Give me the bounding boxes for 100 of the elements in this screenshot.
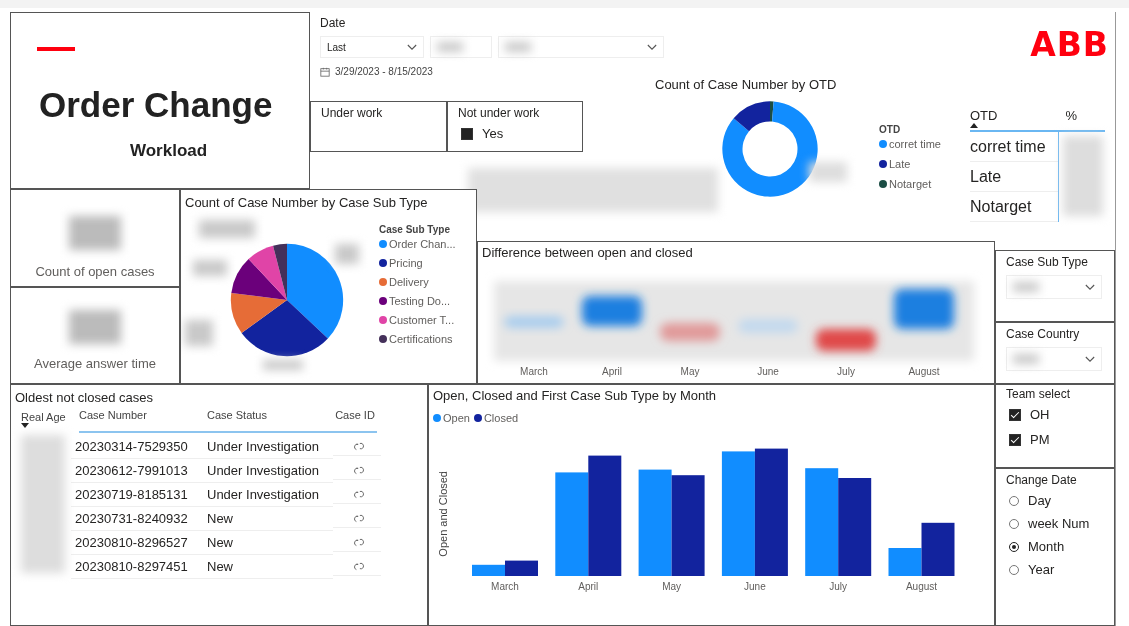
checkbox[interactable] xyxy=(1009,408,1021,421)
axis-label: June xyxy=(744,581,766,592)
blurred-value xyxy=(69,310,121,344)
blurred-bar xyxy=(894,289,954,329)
chart-title: Open, Closed and First Case Sub Type by Month xyxy=(433,388,718,403)
axis-title: Open and Closed xyxy=(437,471,449,557)
axis-label: April xyxy=(602,366,622,377)
axis-label: July xyxy=(829,581,848,592)
checkbox[interactable] xyxy=(461,127,473,140)
legend-label: Certifications xyxy=(389,333,453,345)
number-field[interactable] xyxy=(430,36,492,58)
link-icon xyxy=(352,442,366,451)
column-header[interactable]: Case Number xyxy=(79,409,207,433)
blurred-bar xyxy=(582,296,642,326)
blurred-label xyxy=(263,360,303,370)
table-cell: Notarget xyxy=(970,192,1058,222)
chart-title: Count of Case Number by OTD xyxy=(655,77,838,92)
link-icon xyxy=(352,490,366,499)
checkbox[interactable] xyxy=(1009,433,1021,446)
chevron-down-icon xyxy=(1085,283,1095,291)
table-title: Oldest not closed cases xyxy=(15,390,155,405)
link-icon xyxy=(352,514,366,523)
table-cell: 20230314-7529350 xyxy=(71,435,203,459)
legend-title: OTD xyxy=(879,124,902,135)
blurred-bar xyxy=(504,316,564,328)
option-label: week Num xyxy=(1028,516,1090,531)
card-label: Average answer time xyxy=(33,356,157,371)
legend-label: Late xyxy=(889,158,911,170)
column-header[interactable]: Case Status xyxy=(207,409,333,433)
chevron-down-icon xyxy=(407,43,417,51)
legend-label: Delivery xyxy=(389,276,429,288)
slicer-title: Change Date xyxy=(1006,473,1078,487)
axis-label: August xyxy=(905,581,938,592)
company-logo: ABB xyxy=(1030,28,1109,61)
table-cell: Under Investigation xyxy=(203,459,333,483)
column-header[interactable]: % xyxy=(1065,108,1077,128)
column-header[interactable]: Real Age xyxy=(21,411,79,423)
legend-label: Open xyxy=(443,412,470,424)
date-range: 3/29/2023 - 8/15/2023 xyxy=(335,66,433,77)
bar xyxy=(472,564,505,576)
calendar-icon xyxy=(320,66,330,77)
slicer-title: Case Country xyxy=(1006,327,1081,341)
blurred-bar xyxy=(738,319,798,333)
blurred-label xyxy=(809,162,847,182)
table-cell: Under Investigation xyxy=(203,435,333,459)
slicer-title: Date xyxy=(320,16,347,30)
slicer-title: Team select xyxy=(1006,387,1072,401)
report-title: Order Change xyxy=(39,85,274,125)
option-label: Yes xyxy=(482,126,504,141)
table-cell: 20230719-8185131 xyxy=(71,483,203,507)
table-cell: 20230731-8240932 xyxy=(71,507,203,531)
table-cell: 20230810-8297451 xyxy=(71,555,203,579)
chevron-down-icon xyxy=(1085,355,1095,363)
blurred-label xyxy=(185,320,213,346)
axis-label: April xyxy=(578,581,599,592)
legend-label: Order Chan... xyxy=(389,238,456,250)
table-cell: Late xyxy=(970,162,1058,192)
card-label: Count of open cases xyxy=(34,264,156,279)
table-cell: New xyxy=(203,531,333,555)
column-header[interactable]: Case ID xyxy=(333,409,377,433)
option-label: Month xyxy=(1028,539,1065,554)
report-subtitle: Workload xyxy=(130,141,209,161)
link-icon xyxy=(352,538,366,547)
table-cell: corret time xyxy=(970,132,1058,162)
axis-label: July xyxy=(837,366,855,377)
axis-label: March xyxy=(491,581,519,592)
legend-label: Notarget xyxy=(889,178,932,190)
legend-label: Closed xyxy=(483,412,519,424)
slicer-title: Under work xyxy=(321,106,384,120)
option-label: Year xyxy=(1028,562,1055,577)
column-header[interactable]: OTD xyxy=(970,108,998,123)
table-cell: 20230810-8296527 xyxy=(71,531,203,555)
option-label: PM xyxy=(1030,432,1050,447)
bar xyxy=(505,560,538,576)
legend-label: Customer T... xyxy=(389,314,455,326)
accent-bar xyxy=(37,47,75,51)
link-icon xyxy=(352,466,366,475)
slicer-title: Not under work xyxy=(458,106,541,120)
blurred-bar xyxy=(816,329,876,351)
legend-label: Pricing xyxy=(389,257,423,269)
sort-ascending-icon xyxy=(970,123,978,128)
slicer-title: Case Sub Type xyxy=(1006,255,1089,269)
blurred-label xyxy=(193,260,227,276)
option-label: OH xyxy=(1030,407,1050,422)
link-icon xyxy=(352,562,366,571)
blurred-bar xyxy=(660,323,720,341)
axis-label: March xyxy=(520,366,548,377)
axis-label: May xyxy=(680,366,700,377)
period-dropdown[interactable]: Last xyxy=(320,36,424,58)
chevron-down-icon xyxy=(647,43,657,51)
legend-title: Case Sub Type xyxy=(379,224,451,235)
table-cell: New xyxy=(203,507,333,531)
sort-descending-icon xyxy=(21,423,29,428)
table-cell: Under Investigation xyxy=(203,483,333,507)
option-label: Day xyxy=(1028,493,1052,508)
chart-title: Difference between open and closed xyxy=(482,245,694,260)
axis-label: August xyxy=(908,366,940,377)
blurred-label xyxy=(335,244,359,264)
blurred-label xyxy=(199,220,255,238)
chart-title: Count of Case Number by Case Sub Type xyxy=(185,195,429,210)
